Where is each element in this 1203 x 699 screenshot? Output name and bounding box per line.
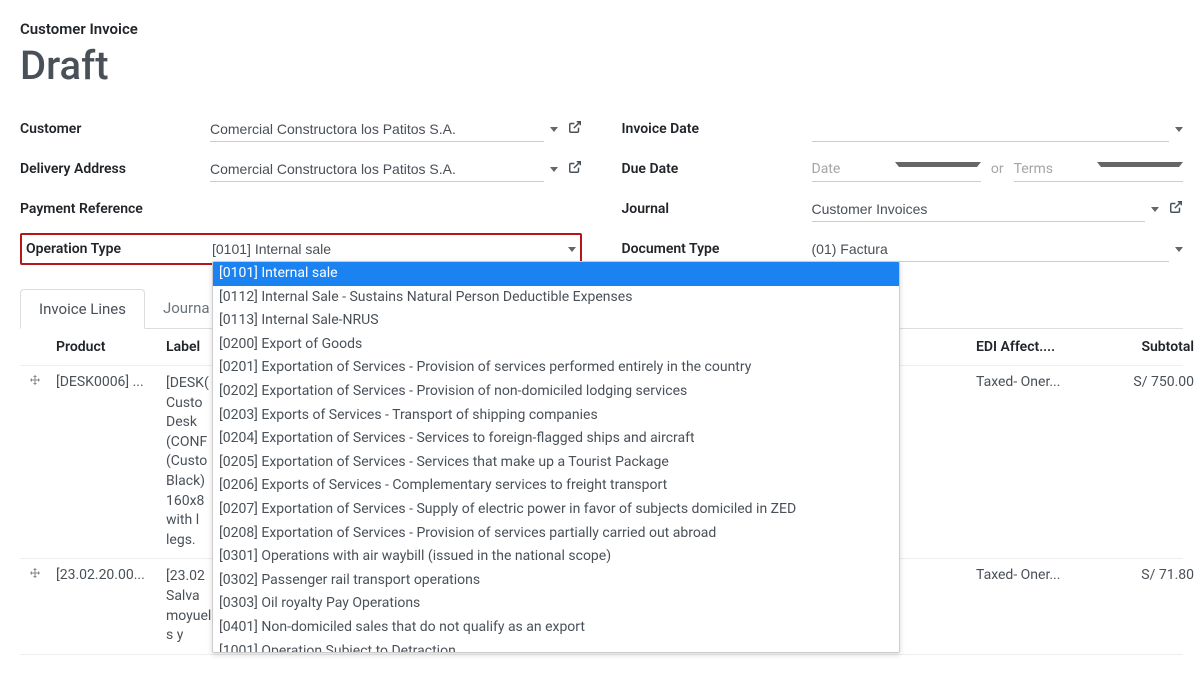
input-operation-type[interactable]	[212, 237, 562, 261]
caret-icon[interactable]	[550, 167, 558, 172]
caret-icon[interactable]	[895, 162, 981, 175]
form-grid: Customer Invoice Date Delivery Address D…	[20, 113, 1183, 265]
dropdown-option[interactable]: [0200] Export of Goods	[213, 333, 899, 357]
tab-invoice-lines[interactable]: Invoice Lines	[20, 289, 145, 329]
label-payment-reference: Payment Reference	[20, 201, 210, 217]
external-link-icon[interactable]	[1169, 200, 1183, 218]
cell-edi: Taxed- Oner...	[970, 374, 1100, 390]
dropdown-option[interactable]: [0203] Exports of Services - Transport o…	[213, 404, 899, 428]
due-date-terms-placeholder[interactable]: Terms	[1014, 157, 1092, 181]
cell-product: [23.02.20.00...	[50, 567, 160, 583]
dropdown-option[interactable]: [0401] Non-domiciled sales that do not q…	[213, 616, 899, 640]
external-link-icon[interactable]	[568, 160, 582, 178]
dropdown-option[interactable]: [0302] Passenger rail transport operatio…	[213, 569, 899, 593]
dropdown-option[interactable]: [0201] Exportation of Services - Provisi…	[213, 356, 899, 380]
label-operation-type: Operation Type	[22, 241, 212, 257]
caret-icon[interactable]	[1151, 207, 1159, 212]
th-subtotal: Subtotal	[1100, 339, 1200, 355]
caret-icon[interactable]	[1175, 127, 1183, 132]
page-title: Draft	[20, 42, 1183, 89]
dropdown-option[interactable]: [0208] Exportation of Services - Provisi…	[213, 522, 899, 546]
drag-handle-icon[interactable]	[20, 567, 50, 583]
input-journal[interactable]	[812, 197, 1146, 222]
caret-icon[interactable]	[1175, 247, 1183, 252]
input-invoice-date[interactable]	[812, 117, 1170, 142]
row-due-date: Due Date Date or Terms	[622, 153, 1184, 185]
cell-subtotal: S/ 71.80	[1100, 567, 1200, 583]
cell-product: [DESK0006] ...	[50, 374, 160, 390]
dropdown-option[interactable]: [0112] Internal Sale - Sustains Natural …	[213, 286, 899, 310]
dropdown-option[interactable]: [1001] Operation Subject to Detraction	[213, 640, 899, 654]
row-invoice-date: Invoice Date	[622, 113, 1184, 145]
dropdown-option[interactable]: [0206] Exports of Services - Complementa…	[213, 474, 899, 498]
label-document-type: Document Type	[622, 241, 812, 257]
drag-handle-icon[interactable]	[20, 374, 50, 390]
row-delivery-address: Delivery Address	[20, 153, 582, 185]
input-delivery-address[interactable]	[210, 157, 544, 182]
cell-edi: Taxed- Oner...	[970, 567, 1100, 583]
input-customer[interactable]	[210, 117, 544, 142]
caret-icon[interactable]	[550, 127, 558, 132]
label-journal: Journal	[622, 201, 812, 217]
label-invoice-date: Invoice Date	[622, 121, 812, 137]
or-text: or	[991, 161, 1004, 177]
caret-icon[interactable]	[568, 247, 576, 252]
operation-type-dropdown[interactable]: [0101] Internal sale[0112] Internal Sale…	[212, 261, 900, 653]
row-payment-reference: Payment Reference	[20, 193, 582, 225]
label-delivery-address: Delivery Address	[20, 161, 210, 177]
dropdown-option[interactable]: [0101] Internal sale	[213, 262, 899, 286]
th-product: Product	[50, 339, 160, 355]
dropdown-option[interactable]: [0207] Exportation of Services - Supply …	[213, 498, 899, 522]
page-subtitle: Customer Invoice	[20, 20, 1183, 38]
row-customer: Customer	[20, 113, 582, 145]
dropdown-option[interactable]: [0303] Oil royalty Pay Operations	[213, 592, 899, 616]
cell-subtotal: S/ 750.00	[1100, 374, 1200, 390]
external-link-icon[interactable]	[568, 120, 582, 138]
row-operation-type: Operation Type [0101] Internal sale[0112…	[20, 233, 582, 265]
input-document-type[interactable]	[812, 237, 1170, 262]
row-journal: Journal	[622, 193, 1184, 225]
dropdown-option[interactable]: [0204] Exportation of Services - Service…	[213, 427, 899, 451]
dropdown-option[interactable]: [0301] Operations with air waybill (issu…	[213, 545, 899, 569]
caret-icon[interactable]	[1097, 162, 1183, 175]
label-customer: Customer	[20, 121, 210, 137]
th-edi: EDI Affect....	[970, 339, 1100, 355]
due-date-date-placeholder[interactable]: Date	[812, 157, 890, 181]
label-due-date: Due Date	[622, 161, 812, 177]
dropdown-option[interactable]: [0202] Exportation of Services - Provisi…	[213, 380, 899, 404]
dropdown-option[interactable]: [0113] Internal Sale-NRUS	[213, 309, 899, 333]
dropdown-option[interactable]: [0205] Exportation of Services - Service…	[213, 451, 899, 475]
